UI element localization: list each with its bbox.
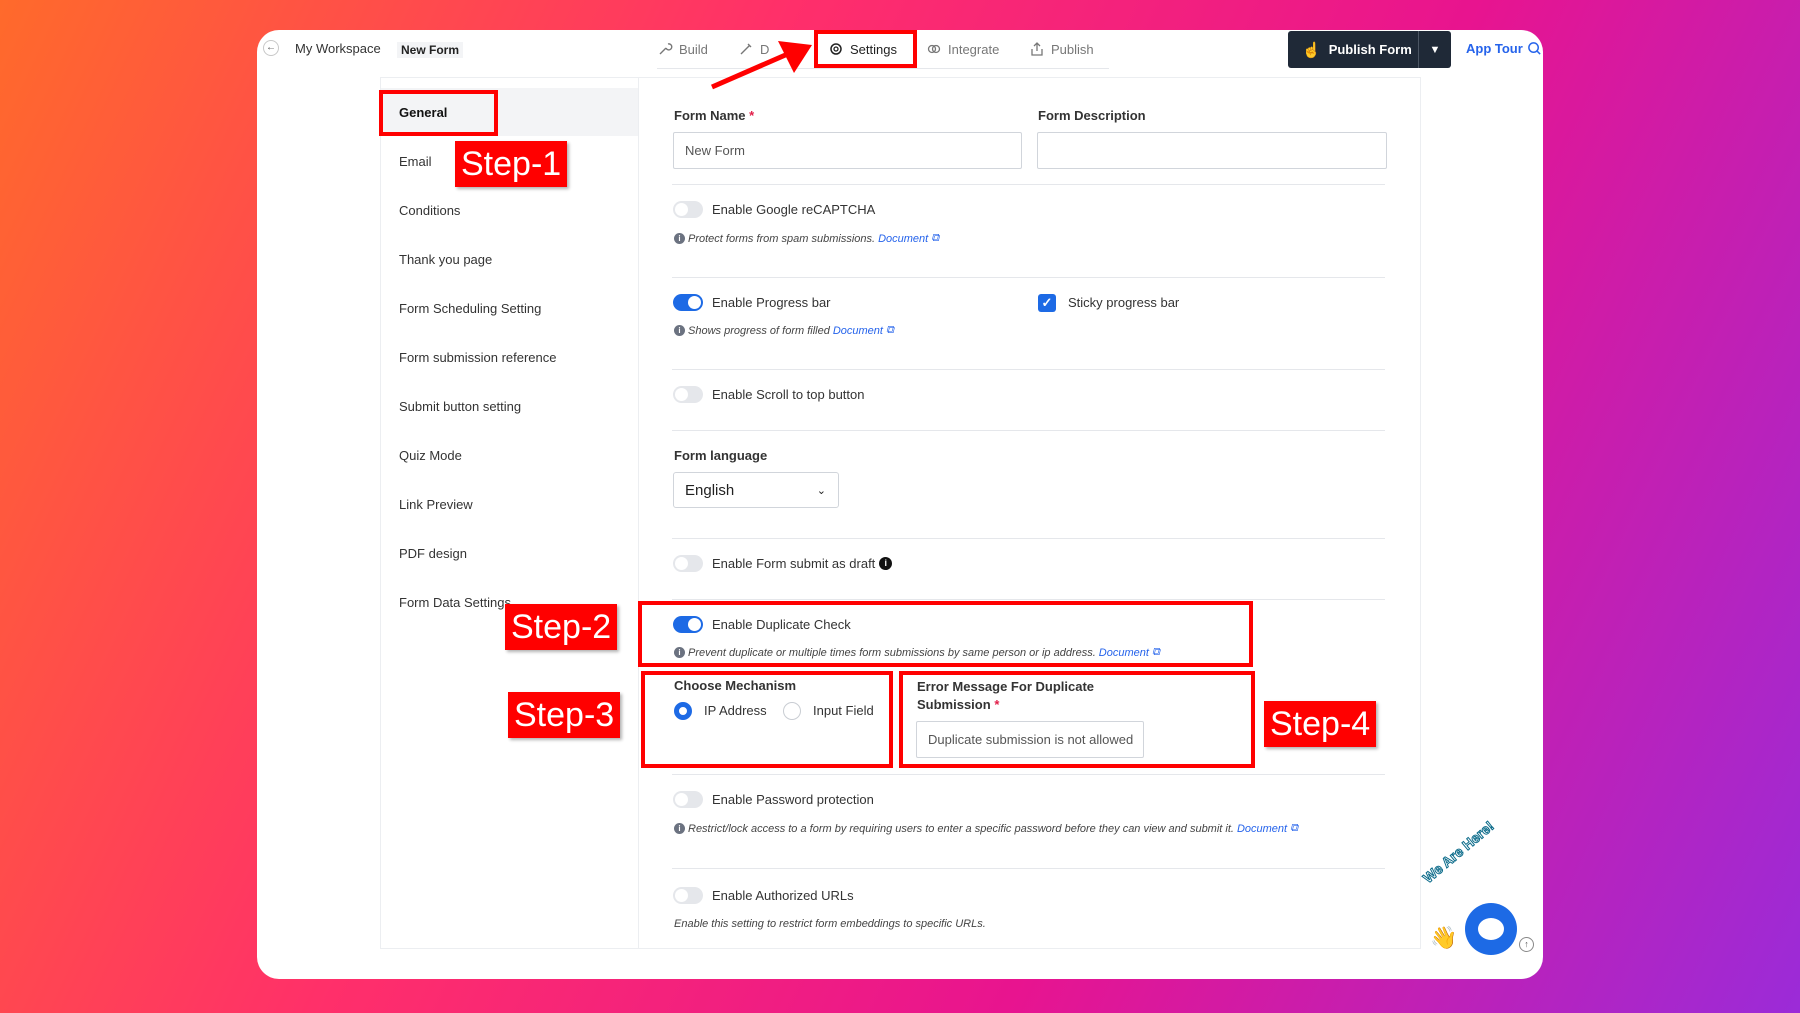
sidebar-item-thank-you-page[interactable]: Thank you page: [381, 235, 638, 283]
recaptcha-label: Enable Google reCAPTCHA: [712, 202, 876, 217]
tab-publish-label: Publish: [1051, 41, 1094, 57]
step1-label: Step-1: [455, 141, 568, 187]
step4-highlight-box: [899, 671, 1255, 768]
form-language-value: English: [685, 481, 735, 499]
password-toggle[interactable]: [673, 791, 703, 808]
chat-icon[interactable]: [1465, 903, 1517, 955]
app-window: ← My Workspace New Form Build D Settings…: [257, 30, 1543, 979]
form-language-label: Form language: [674, 448, 768, 463]
divider: [672, 599, 1385, 600]
authorized-urls-toggle[interactable]: [673, 887, 703, 904]
sidebar-item-pdf-design[interactable]: PDF design: [381, 529, 638, 577]
integrate-icon: [927, 44, 941, 54]
sidebar-item-conditions[interactable]: Conditions: [381, 186, 638, 234]
publish-icon: [1031, 42, 1043, 56]
password-help: i Restrict/lock access to a form by requ…: [674, 822, 1298, 835]
external-link-icon: ⧉: [885, 324, 894, 336]
step2-label: Step-2: [505, 604, 618, 650]
divider: [672, 868, 1385, 869]
app-tour-link[interactable]: App Tour: [1466, 41, 1542, 56]
workspace-link[interactable]: My Workspace: [295, 41, 381, 56]
scroll-up-icon[interactable]: ↑: [1519, 937, 1534, 952]
progress-bar-label: Enable Progress bar: [712, 295, 831, 310]
info-icon[interactable]: i: [879, 557, 893, 570]
scroll-top-label: Enable Scroll to top button: [712, 387, 865, 402]
divider: [672, 430, 1385, 431]
form-language-select[interactable]: English ⌄: [673, 472, 839, 508]
chevron-down-icon: ⌄: [816, 484, 826, 497]
progress-document-link[interactable]: Document: [833, 325, 883, 337]
sidebar-item-link-preview[interactable]: Link Preview: [381, 480, 638, 528]
tab-publish[interactable]: Publish: [1029, 41, 1094, 57]
step3-highlight-box: [641, 671, 893, 768]
recaptcha-toggle[interactable]: [673, 201, 703, 218]
sidebar-item-form-scheduling[interactable]: Form Scheduling Setting: [381, 284, 638, 332]
hand-pointer-icon: ☝: [1302, 41, 1321, 59]
form-name-input[interactable]: New Form: [673, 132, 1022, 169]
app-tour-label: App Tour: [1466, 41, 1523, 56]
tab-integrate-label: Integrate: [948, 41, 1000, 57]
form-description-input[interactable]: [1037, 132, 1387, 169]
form-name-label: Form Name *: [674, 108, 755, 123]
password-document-link[interactable]: Document: [1237, 823, 1287, 835]
progress-bar-toggle[interactable]: [673, 294, 703, 311]
settings-highlight-box: [814, 30, 917, 68]
form-name-badge: New Form: [397, 42, 464, 58]
recaptcha-help: i Protect forms from spam submissions. D…: [674, 232, 939, 245]
step4-label: Step-4: [1264, 701, 1377, 747]
info-icon: i: [674, 823, 685, 834]
password-label: Enable Password protection: [712, 792, 874, 807]
sidebar-item-quiz-mode[interactable]: Quiz Mode: [381, 431, 638, 479]
draft-toggle[interactable]: [673, 555, 703, 572]
tab-integrate[interactable]: Integrate: [926, 41, 999, 57]
sidebar-item-submit-button[interactable]: Submit button setting: [381, 382, 638, 430]
authorized-urls-label: Enable Authorized URLs: [712, 888, 854, 903]
publish-form-button[interactable]: ☝ Publish Form ▼: [1288, 31, 1451, 68]
draft-label: Enable Form submit as draft i: [712, 556, 893, 571]
sticky-progress-checkbox[interactable]: ✓: [1038, 294, 1056, 312]
step2-highlight-box: [638, 601, 1253, 667]
divider: [672, 774, 1385, 775]
tab-build-label: Build: [679, 41, 708, 57]
build-icon: [659, 43, 673, 55]
divider: [672, 538, 1385, 539]
form-description-label: Form Description: [1038, 108, 1146, 123]
divider: [672, 369, 1385, 370]
red-arrow-icon: [711, 41, 812, 90]
chevron-down-icon[interactable]: ▼: [1418, 31, 1451, 68]
sidebar-item-submission-reference[interactable]: Form submission reference: [381, 333, 638, 381]
recaptcha-document-link[interactable]: Document: [878, 233, 928, 245]
search-icon: [1527, 42, 1541, 55]
settings-sidebar: General Email Conditions Thank you page …: [380, 77, 638, 949]
authorized-urls-help: Enable this setting to restrict form emb…: [674, 918, 986, 930]
sticky-progress-label: Sticky progress bar: [1068, 295, 1180, 310]
divider: [672, 277, 1385, 278]
publish-form-label: Publish Form: [1328, 42, 1412, 57]
scroll-top-toggle[interactable]: [673, 386, 703, 403]
arrow-left-icon[interactable]: ←: [263, 40, 279, 56]
step1-highlight-box: [379, 90, 498, 136]
info-icon: i: [674, 233, 685, 244]
external-link-icon: ⧉: [1290, 822, 1298, 834]
tab-build[interactable]: Build: [657, 41, 708, 57]
progress-help: i Shows progress of form filled Document…: [674, 324, 894, 337]
info-icon: i: [674, 325, 685, 336]
divider: [672, 184, 1385, 185]
waving-hand-icon: 👋: [1430, 925, 1458, 950]
external-link-icon: ⧉: [931, 232, 940, 244]
step3-label: Step-3: [508, 692, 621, 738]
